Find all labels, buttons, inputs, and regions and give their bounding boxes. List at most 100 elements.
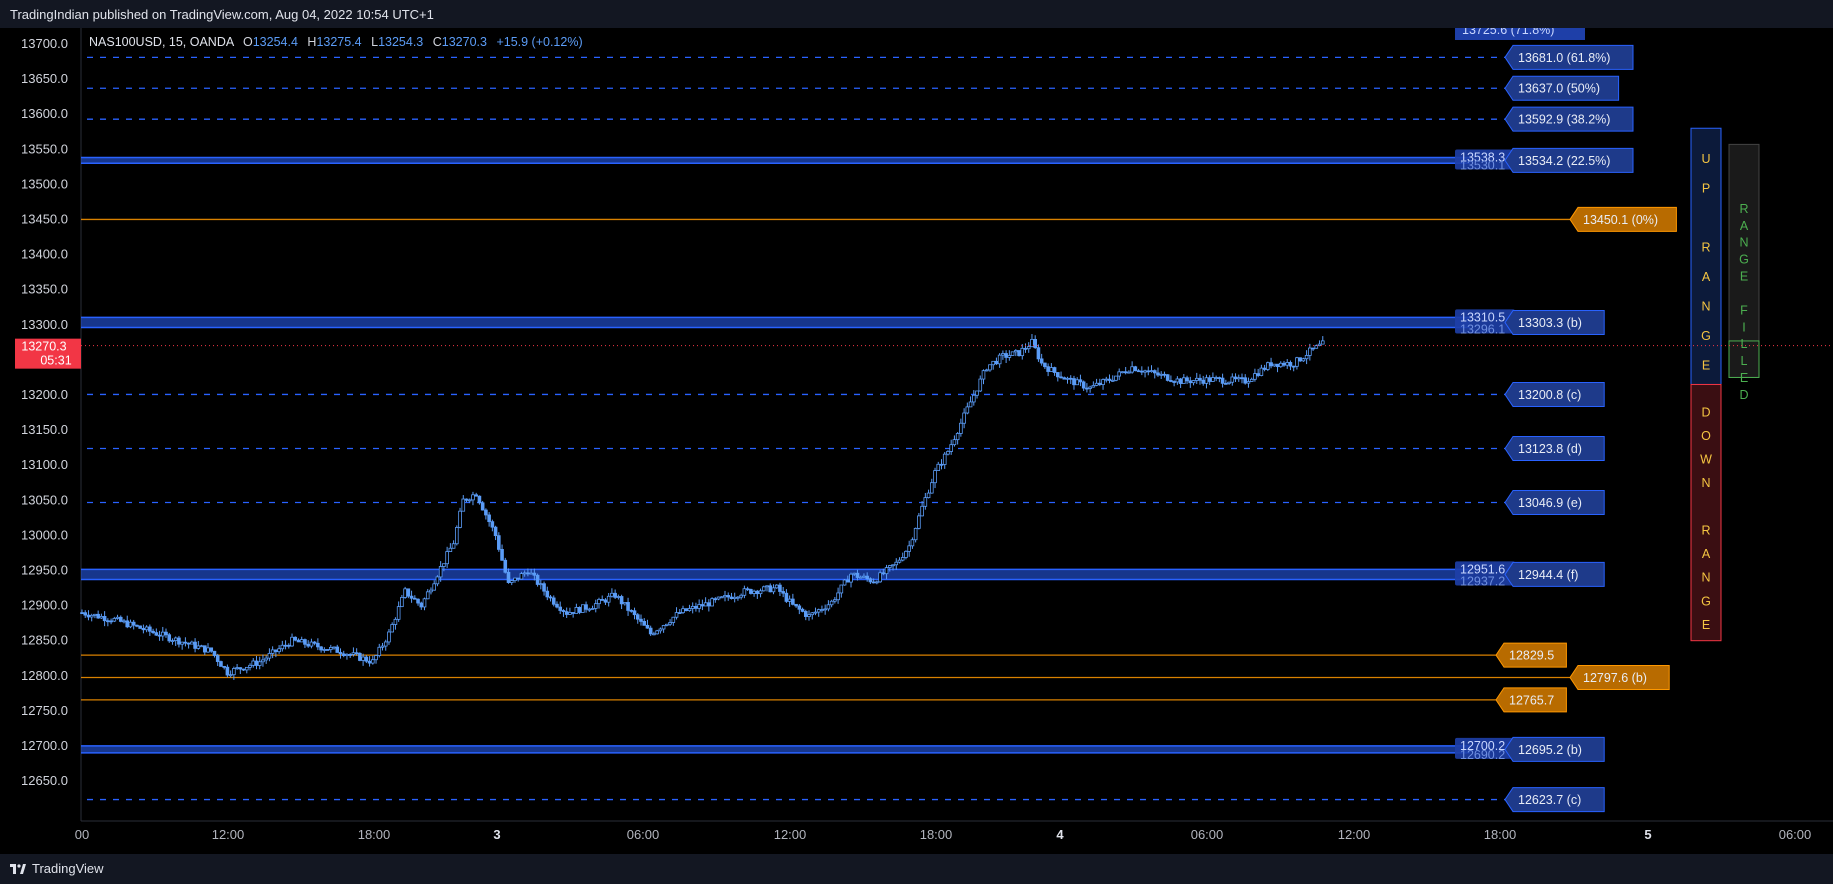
candle-body (1298, 357, 1302, 362)
candle-body (341, 653, 346, 656)
low-value: 13254.3 (378, 35, 424, 49)
candle-body (561, 610, 566, 612)
candle-body (710, 598, 714, 607)
candle-body (1162, 373, 1167, 376)
candle-body (309, 641, 314, 647)
y-tick-label: 12850.0 (21, 633, 68, 648)
level-side-lower: 12690.2 (1460, 748, 1505, 762)
open-label: O (243, 35, 253, 49)
candle-body (719, 596, 724, 599)
candle-body (348, 654, 352, 656)
level-side-lower: 12937.2 (1460, 574, 1505, 588)
down-range-letter: E (1702, 618, 1710, 632)
level-tag-text: 13534.2 (22.5%) (1518, 154, 1610, 168)
range-filled-letter: E (1740, 270, 1748, 284)
candle-body (917, 515, 921, 529)
y-tick-label: 13550.0 (21, 141, 68, 156)
candle-body (742, 588, 747, 596)
up-range-letter: N (1701, 300, 1710, 314)
publish-header: TradingIndian published on TradingView.c… (0, 0, 1833, 28)
candle-body (984, 369, 989, 372)
candle-body (878, 572, 882, 583)
candle-body (697, 604, 701, 609)
candle-body (642, 620, 647, 626)
candle-body (836, 592, 840, 601)
candle-body (1104, 378, 1109, 381)
candle-body (1004, 353, 1008, 358)
candle-body (1236, 377, 1241, 380)
candle-body (755, 590, 760, 595)
candle-body (232, 668, 236, 676)
candle-body (484, 509, 488, 516)
y-tick-label: 12750.0 (21, 703, 68, 718)
candle-body (497, 535, 501, 550)
level-band (81, 157, 1470, 164)
x-tick-label: 5 (1644, 827, 1651, 842)
up-range-letter: R (1701, 241, 1710, 255)
candle-body (1072, 378, 1076, 386)
candle-body (1098, 382, 1102, 385)
candle-body (409, 595, 414, 599)
candle-body (897, 559, 902, 563)
candle-body (606, 595, 611, 603)
candle-body (1091, 385, 1096, 388)
candle-body (807, 614, 811, 617)
candle-body (264, 657, 268, 661)
candle-body (458, 510, 462, 528)
candle-body (665, 623, 669, 626)
price-chart[interactable]: 12650.0 12700.0 12750.0 12800.0 12850.0 12900… (0, 28, 1833, 854)
x-tick-label: 00 (75, 827, 89, 842)
candle-body (128, 621, 133, 628)
candle-body (842, 579, 847, 586)
candle-body (833, 599, 837, 602)
candle-body (202, 645, 207, 653)
candle-body (1246, 381, 1251, 384)
candle-body (1295, 357, 1299, 367)
candle-body (639, 618, 643, 622)
candle-body (1259, 367, 1264, 376)
candle-body (632, 610, 637, 616)
candle-body (1101, 379, 1105, 385)
candle-body (823, 608, 827, 611)
candle-body (1130, 366, 1134, 373)
candle-body (403, 588, 407, 598)
candle-body (115, 616, 120, 619)
candle-body (577, 606, 582, 613)
candle-body (332, 646, 336, 649)
candle-body (296, 639, 301, 643)
candle-body (387, 631, 391, 643)
candle-body (160, 631, 165, 637)
y-tick-label: 13350.0 (21, 282, 68, 297)
candle-body (845, 579, 850, 583)
down-range-letter: A (1702, 547, 1711, 561)
candle-body (1191, 380, 1196, 384)
range-filled-letter: I (1742, 320, 1745, 334)
range-filled-letter: F (1740, 303, 1748, 317)
candle-body (516, 577, 521, 580)
candle-body (1010, 351, 1015, 356)
candle-body (1172, 381, 1176, 383)
candle-body (419, 602, 424, 608)
publish-text: TradingIndian published on TradingView.c… (10, 7, 434, 22)
candle-body (991, 360, 995, 366)
candle-body (312, 641, 317, 644)
candle-body (364, 656, 369, 662)
candle-body (1049, 367, 1054, 372)
tradingview-logo[interactable]: TradingView (10, 861, 104, 876)
candle-body (529, 572, 533, 575)
candle-body (526, 572, 530, 575)
candle-body (500, 549, 504, 561)
bar-countdown-text: 05:31 (40, 354, 71, 368)
candle-body (1249, 378, 1254, 382)
candle-body (1026, 346, 1031, 350)
candle-body (1188, 380, 1193, 384)
candle-body (86, 614, 91, 618)
candle-body (1233, 376, 1238, 380)
candle-body (1062, 377, 1067, 380)
candle-body (135, 624, 139, 627)
y-tick-label: 13000.0 (21, 527, 68, 542)
candle-body (668, 622, 672, 625)
range-filled-letter: N (1739, 236, 1748, 250)
candle-body (432, 583, 436, 591)
x-tick-label: 06:00 (1191, 827, 1224, 842)
